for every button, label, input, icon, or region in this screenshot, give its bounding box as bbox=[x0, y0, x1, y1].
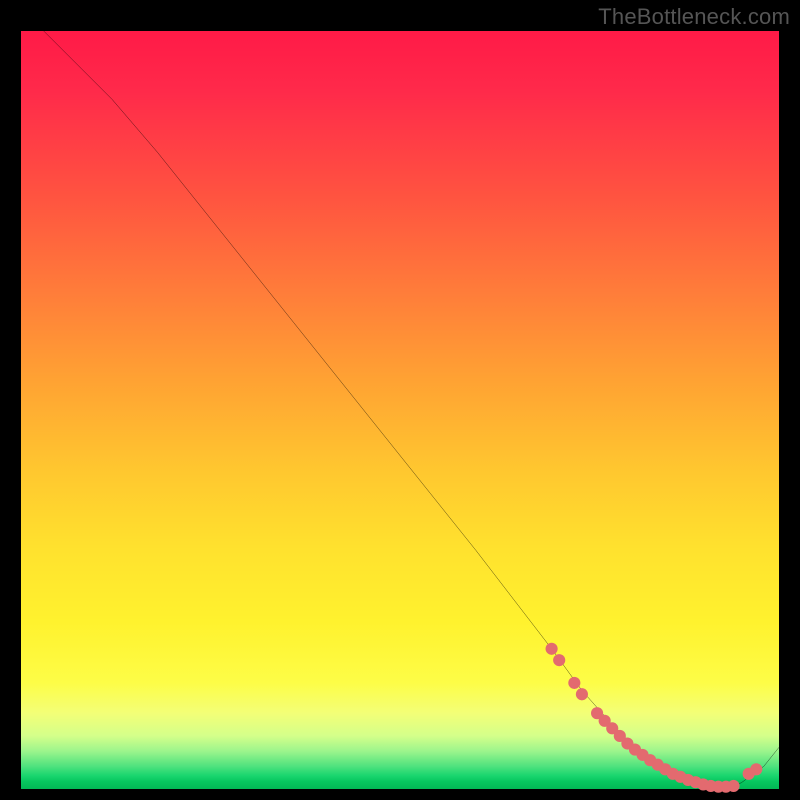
marker-dot bbox=[750, 763, 762, 775]
marker-dot bbox=[568, 677, 580, 689]
watermark-text: TheBottleneck.com bbox=[598, 4, 790, 30]
bottleneck-curve bbox=[44, 31, 779, 787]
marker-dot bbox=[553, 654, 565, 666]
marker-dot bbox=[576, 688, 588, 700]
marker-dot bbox=[546, 643, 558, 655]
curve-markers bbox=[546, 643, 763, 793]
marker-dot bbox=[727, 780, 739, 792]
chart-frame: TheBottleneck.com bbox=[0, 0, 800, 800]
chart-overlay bbox=[21, 31, 779, 789]
